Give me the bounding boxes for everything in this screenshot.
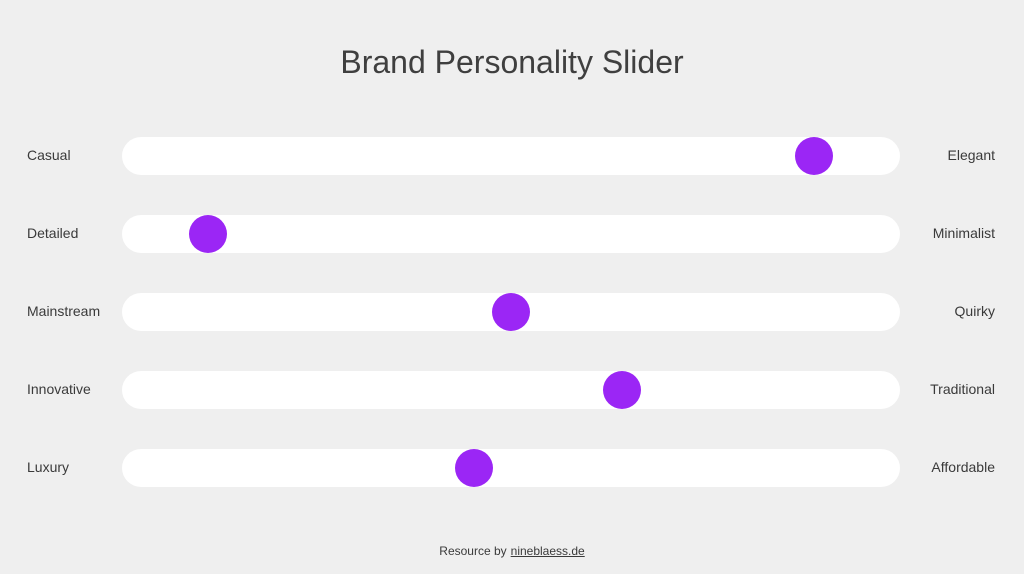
slider-row: Detailed Minimalist bbox=[0, 214, 1024, 254]
slider-right-label: Elegant bbox=[947, 147, 995, 163]
slider-left-label: Detailed bbox=[27, 225, 79, 241]
slider-row: Innovative Traditional bbox=[0, 370, 1024, 410]
slider-thumb[interactable] bbox=[455, 449, 493, 487]
slider-left-label: Innovative bbox=[27, 381, 91, 397]
slider-track[interactable] bbox=[122, 293, 900, 331]
slider-thumb[interactable] bbox=[492, 293, 530, 331]
footer: Resource by nineblaess.de bbox=[0, 544, 1024, 558]
slider-track[interactable] bbox=[122, 137, 900, 175]
slider-left-label: Mainstream bbox=[27, 303, 101, 319]
slider-row: Luxury Affordable bbox=[0, 448, 1024, 488]
slider-track[interactable] bbox=[122, 215, 900, 253]
slider-track[interactable] bbox=[122, 449, 900, 487]
footer-prefix: Resource by bbox=[439, 544, 507, 558]
slider-row: Casual Elegant bbox=[0, 136, 1024, 176]
slider-right-label: Quirky bbox=[954, 303, 995, 319]
slider-left-label: Luxury bbox=[27, 459, 70, 475]
slider-thumb[interactable] bbox=[603, 371, 641, 409]
slider-track[interactable] bbox=[122, 371, 900, 409]
slider-row: Mainstream Quirky bbox=[0, 292, 1024, 332]
slider-thumb[interactable] bbox=[188, 215, 227, 253]
slider-left-label: Casual bbox=[27, 147, 71, 163]
slider-thumb[interactable] bbox=[795, 137, 834, 175]
slider-right-label: Affordable bbox=[931, 459, 995, 475]
page-title: Brand Personality Slider bbox=[340, 44, 684, 80]
slider-right-label: Traditional bbox=[930, 381, 995, 397]
slider-right-label: Minimalist bbox=[932, 225, 995, 241]
footer-link[interactable]: nineblaess.de bbox=[511, 544, 585, 558]
